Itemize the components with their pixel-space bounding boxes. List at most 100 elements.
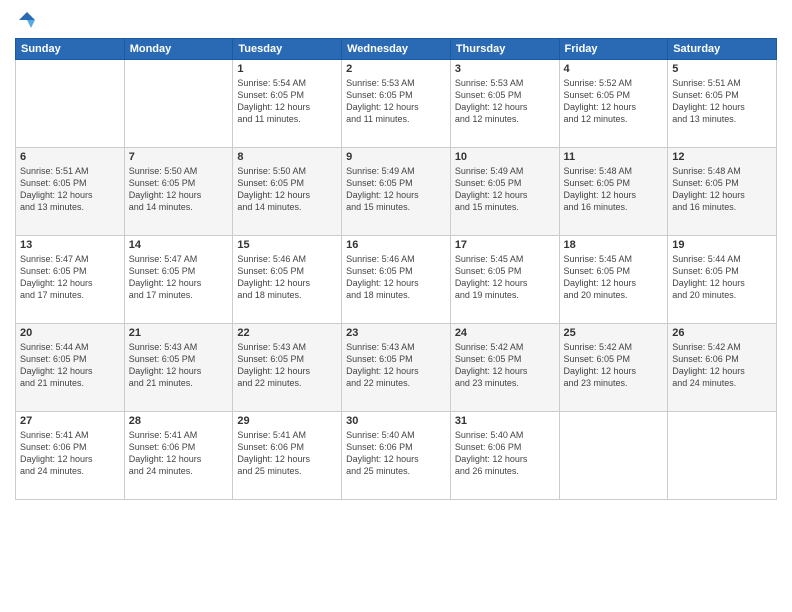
day-cell: 5 Sunrise: 5:51 AM Sunset: 6:05 PM Daylig… xyxy=(668,60,777,148)
day-info: Sunrise: 5:44 AM Sunset: 6:05 PM Dayligh… xyxy=(20,341,120,390)
day-cell: 24Sunrise: 5:42 AM Sunset: 6:05 PM Dayli… xyxy=(450,324,559,412)
day-cell xyxy=(124,60,233,148)
day-info: Sunrise: 5:41 AM Sunset: 6:06 PM Dayligh… xyxy=(237,429,337,478)
day-info: Sunrise: 5:45 AM Sunset: 6:05 PM Dayligh… xyxy=(455,253,555,302)
day-info: Sunrise: 5:43 AM Sunset: 6:05 PM Dayligh… xyxy=(129,341,229,390)
weekday-header-friday: Friday xyxy=(559,39,668,60)
weekday-header-row: SundayMondayTuesdayWednesdayThursdayFrid… xyxy=(16,39,777,60)
day-info: Sunrise: 5:49 AM Sunset: 6:05 PM Dayligh… xyxy=(346,165,446,214)
day-number: 2 xyxy=(346,63,446,75)
day-info: Sunrise: 5:48 AM Sunset: 6:05 PM Dayligh… xyxy=(672,165,772,214)
day-cell: 12 Sunrise: 5:48 AM Sunset: 6:05 PM Dayli… xyxy=(668,148,777,236)
day-number: 1 xyxy=(237,63,337,75)
day-cell xyxy=(559,412,668,500)
day-number: 30 xyxy=(346,415,446,427)
day-cell: 4 Sunrise: 5:52 AM Sunset: 6:05 PM Daylig… xyxy=(559,60,668,148)
day-info: Sunrise: 5:42 AM Sunset: 6:05 PM Dayligh… xyxy=(564,341,664,390)
day-cell: 10Sunrise: 5:49 AM Sunset: 6:05 PM Dayli… xyxy=(450,148,559,236)
day-info: Sunrise: 5:46 AM Sunset: 6:05 PM Dayligh… xyxy=(237,253,337,302)
logo xyxy=(15,10,37,30)
day-number: 22 xyxy=(237,327,337,339)
day-info: Sunrise: 5:51 AM Sunset: 6:05 PM Dayligh… xyxy=(20,165,120,214)
weekday-header-saturday: Saturday xyxy=(668,39,777,60)
day-info: Sunrise: 5:49 AM Sunset: 6:05 PM Dayligh… xyxy=(455,165,555,214)
day-info: Sunrise: 5:52 AM Sunset: 6:05 PM Dayligh… xyxy=(564,77,664,126)
day-cell: 6 Sunrise: 5:51 AM Sunset: 6:05 PM Daylig… xyxy=(16,148,125,236)
day-number: 12 xyxy=(672,151,772,163)
day-cell: 19 Sunrise: 5:44 AM Sunset: 6:05 PM Dayli… xyxy=(668,236,777,324)
day-cell: 2 Sunrise: 5:53 AM Sunset: 6:05 PM Daylig… xyxy=(342,60,451,148)
day-info: Sunrise: 5:46 AM Sunset: 6:05 PM Dayligh… xyxy=(346,253,446,302)
week-row-5: 27 Sunrise: 5:41 AM Sunset: 6:06 PM Dayli… xyxy=(16,412,777,500)
day-info: Sunrise: 5:54 AM Sunset: 6:05 PM Dayligh… xyxy=(237,77,337,126)
day-info: Sunrise: 5:47 AM Sunset: 6:05 PM Dayligh… xyxy=(20,253,120,302)
day-cell: 20Sunrise: 5:44 AM Sunset: 6:05 PM Dayli… xyxy=(16,324,125,412)
day-number: 13 xyxy=(20,239,120,251)
day-info: Sunrise: 5:43 AM Sunset: 6:05 PM Dayligh… xyxy=(346,341,446,390)
day-cell: 16 Sunrise: 5:46 AM Sunset: 6:05 PM Dayli… xyxy=(342,236,451,324)
logo-text xyxy=(15,10,37,30)
day-info: Sunrise: 5:40 AM Sunset: 6:06 PM Dayligh… xyxy=(346,429,446,478)
weekday-header-sunday: Sunday xyxy=(16,39,125,60)
calendar-table: SundayMondayTuesdayWednesdayThursdayFrid… xyxy=(15,38,777,500)
day-number: 26 xyxy=(672,327,772,339)
day-number: 11 xyxy=(564,151,664,163)
day-info: Sunrise: 5:51 AM Sunset: 6:05 PM Dayligh… xyxy=(672,77,772,126)
weekday-header-thursday: Thursday xyxy=(450,39,559,60)
weekday-header-wednesday: Wednesday xyxy=(342,39,451,60)
day-number: 16 xyxy=(346,239,446,251)
day-cell: 25 Sunrise: 5:42 AM Sunset: 6:05 PM Dayli… xyxy=(559,324,668,412)
day-number: 18 xyxy=(564,239,664,251)
day-info: Sunrise: 5:48 AM Sunset: 6:05 PM Dayligh… xyxy=(564,165,664,214)
header xyxy=(15,10,777,30)
day-info: Sunrise: 5:47 AM Sunset: 6:05 PM Dayligh… xyxy=(129,253,229,302)
day-number: 9 xyxy=(346,151,446,163)
day-number: 21 xyxy=(129,327,229,339)
day-cell: 8Sunrise: 5:50 AM Sunset: 6:05 PM Daylig… xyxy=(233,148,342,236)
day-info: Sunrise: 5:41 AM Sunset: 6:06 PM Dayligh… xyxy=(20,429,120,478)
day-cell: 18Sunrise: 5:45 AM Sunset: 6:05 PM Dayli… xyxy=(559,236,668,324)
day-number: 29 xyxy=(237,415,337,427)
day-cell: 21 Sunrise: 5:43 AM Sunset: 6:05 PM Dayli… xyxy=(124,324,233,412)
day-number: 4 xyxy=(564,63,664,75)
day-number: 28 xyxy=(129,415,229,427)
week-row-2: 6 Sunrise: 5:51 AM Sunset: 6:05 PM Daylig… xyxy=(16,148,777,236)
day-cell: 11 Sunrise: 5:48 AM Sunset: 6:05 PM Dayli… xyxy=(559,148,668,236)
day-cell: 9 Sunrise: 5:49 AM Sunset: 6:05 PM Daylig… xyxy=(342,148,451,236)
day-cell: 7Sunrise: 5:50 AM Sunset: 6:05 PM Daylig… xyxy=(124,148,233,236)
day-cell: 31Sunrise: 5:40 AM Sunset: 6:06 PM Dayli… xyxy=(450,412,559,500)
day-cell: 29 Sunrise: 5:41 AM Sunset: 6:06 PM Dayli… xyxy=(233,412,342,500)
day-cell: 27 Sunrise: 5:41 AM Sunset: 6:06 PM Dayli… xyxy=(16,412,125,500)
day-cell xyxy=(668,412,777,500)
week-row-4: 20Sunrise: 5:44 AM Sunset: 6:05 PM Dayli… xyxy=(16,324,777,412)
day-info: Sunrise: 5:42 AM Sunset: 6:06 PM Dayligh… xyxy=(672,341,772,390)
logo-icon xyxy=(17,10,37,30)
day-cell: 23Sunrise: 5:43 AM Sunset: 6:05 PM Dayli… xyxy=(342,324,451,412)
day-cell: 22 Sunrise: 5:43 AM Sunset: 6:05 PM Dayli… xyxy=(233,324,342,412)
day-number: 14 xyxy=(129,239,229,251)
day-number: 31 xyxy=(455,415,555,427)
weekday-header-monday: Monday xyxy=(124,39,233,60)
day-number: 19 xyxy=(672,239,772,251)
day-info: Sunrise: 5:53 AM Sunset: 6:05 PM Dayligh… xyxy=(346,77,446,126)
day-number: 27 xyxy=(20,415,120,427)
day-number: 8 xyxy=(237,151,337,163)
day-cell: 1 Sunrise: 5:54 AM Sunset: 6:05 PM Daylig… xyxy=(233,60,342,148)
day-number: 6 xyxy=(20,151,120,163)
day-cell: 28Sunrise: 5:41 AM Sunset: 6:06 PM Dayli… xyxy=(124,412,233,500)
day-cell: 13 Sunrise: 5:47 AM Sunset: 6:05 PM Dayli… xyxy=(16,236,125,324)
day-cell: 30 Sunrise: 5:40 AM Sunset: 6:06 PM Dayli… xyxy=(342,412,451,500)
day-number: 5 xyxy=(672,63,772,75)
weekday-header-tuesday: Tuesday xyxy=(233,39,342,60)
day-info: Sunrise: 5:44 AM Sunset: 6:05 PM Dayligh… xyxy=(672,253,772,302)
day-cell: 17 Sunrise: 5:45 AM Sunset: 6:05 PM Dayli… xyxy=(450,236,559,324)
day-number: 17 xyxy=(455,239,555,251)
page: SundayMondayTuesdayWednesdayThursdayFrid… xyxy=(0,0,792,612)
day-number: 25 xyxy=(564,327,664,339)
day-number: 3 xyxy=(455,63,555,75)
day-cell xyxy=(16,60,125,148)
day-info: Sunrise: 5:43 AM Sunset: 6:05 PM Dayligh… xyxy=(237,341,337,390)
day-number: 15 xyxy=(237,239,337,251)
day-cell: 3Sunrise: 5:53 AM Sunset: 6:05 PM Daylig… xyxy=(450,60,559,148)
week-row-3: 13 Sunrise: 5:47 AM Sunset: 6:05 PM Dayli… xyxy=(16,236,777,324)
